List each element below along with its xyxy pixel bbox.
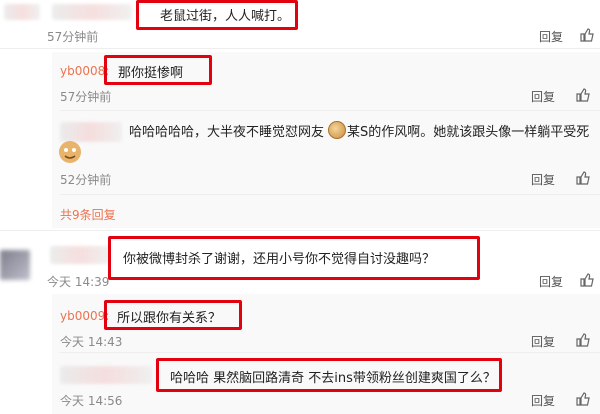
comment-text: 所以跟你有关系？ bbox=[117, 311, 222, 326]
comment-text: 某S的作风啊。她就该跟头像一样躺平受死 bbox=[347, 125, 590, 140]
comment-text: 哈哈哈 果然脑回路清奇 不去ins带领粉丝创建爽国了么？ bbox=[170, 371, 496, 386]
reply-button[interactable]: 回复 bbox=[539, 273, 563, 290]
more-replies-link[interactable]: 共9条回复 bbox=[60, 206, 116, 223]
like-icon[interactable] bbox=[576, 392, 590, 406]
blurred-username bbox=[4, 4, 40, 20]
reply-button[interactable]: 回复 bbox=[531, 333, 555, 350]
blurred-username bbox=[52, 4, 132, 20]
reply-username[interactable]: yb0009: bbox=[60, 309, 109, 323]
comment-time: 今天 14:56 bbox=[60, 394, 123, 408]
comment-text: 你被微博封杀了谢谢，还用小号你不觉得自讨没趣吗？ bbox=[123, 252, 436, 267]
blurred-username bbox=[50, 246, 110, 264]
reply-username[interactable]: yb0008: bbox=[60, 64, 109, 78]
comment-text: 老鼠过街，人人喊打。 bbox=[160, 9, 291, 24]
comment-time: 今天 14:39 bbox=[47, 275, 110, 289]
divider bbox=[60, 352, 600, 353]
like-icon[interactable] bbox=[576, 171, 590, 185]
divider bbox=[0, 230, 600, 231]
like-icon[interactable] bbox=[580, 28, 594, 42]
avatar-icon bbox=[59, 141, 81, 163]
reply-button[interactable]: 回复 bbox=[531, 392, 555, 409]
like-icon[interactable] bbox=[576, 88, 590, 102]
divider bbox=[0, 48, 600, 49]
reply-button[interactable]: 回复 bbox=[531, 171, 555, 188]
comment-time: 今天 14:43 bbox=[60, 335, 123, 349]
like-icon[interactable] bbox=[580, 273, 594, 287]
comment-time: 52分钟前 bbox=[60, 173, 112, 187]
like-icon[interactable] bbox=[576, 333, 590, 347]
avatar-icon bbox=[0, 250, 30, 280]
blurred-username bbox=[60, 366, 152, 384]
reply-button[interactable]: 回复 bbox=[539, 28, 563, 45]
emoji-icon bbox=[328, 121, 346, 139]
divider bbox=[60, 194, 600, 195]
divider bbox=[60, 110, 600, 111]
comment-time: 57分钟前 bbox=[47, 30, 99, 44]
comment-text: 那你挺惨啊 bbox=[118, 66, 184, 81]
reply-button[interactable]: 回复 bbox=[531, 88, 555, 105]
comment-text: 哈哈哈哈哈，大半夜不睡觉怼网友 bbox=[129, 125, 325, 140]
comment-time: 57分钟前 bbox=[60, 90, 112, 104]
blurred-username bbox=[60, 122, 122, 142]
